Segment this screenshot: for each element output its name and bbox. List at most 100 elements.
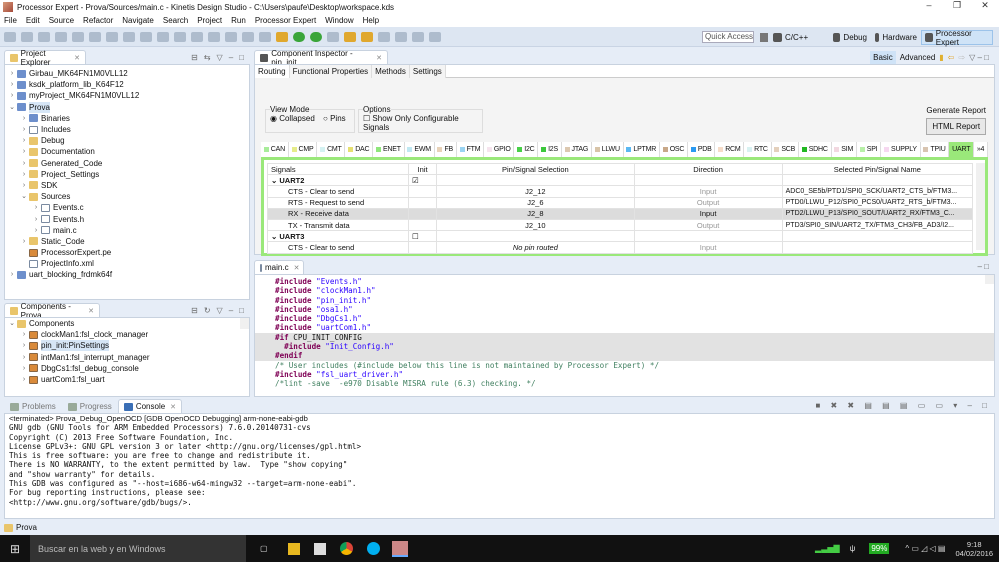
column-header[interactable]: Signals xyxy=(267,162,409,176)
periph-tab-osc[interactable]: OSC xyxy=(660,142,689,157)
clock-time[interactable]: 9:18 xyxy=(955,540,993,549)
tab-settings[interactable]: Settings xyxy=(409,65,446,78)
show-configurable-checkbox[interactable]: ☐ Show Only Configurable Signals xyxy=(363,114,459,132)
chevron-right-icon[interactable]: › xyxy=(19,374,29,385)
drop-frame-icon[interactable] xyxy=(259,31,271,42)
menu-processor-expert[interactable]: Processor Expert xyxy=(255,16,316,25)
periph-tab-i2s[interactable]: I2S xyxy=(538,142,562,157)
component-inspector-tab[interactable]: Component Inspector - pin_init ✕ xyxy=(254,49,388,67)
tree-item[interactable]: › Events.h xyxy=(5,213,249,224)
column-header[interactable]: Init xyxy=(407,162,438,176)
periph-tab-i2c[interactable]: I2C xyxy=(514,142,539,157)
column-header[interactable]: Pin/Signal Selection xyxy=(436,162,635,176)
periph-tab-jtag[interactable]: JTAG xyxy=(562,142,592,157)
print-icon[interactable] xyxy=(55,31,67,42)
periph-tab-sim[interactable]: SIM xyxy=(832,142,857,157)
chevron-right-icon[interactable]: › xyxy=(19,180,29,191)
use-step-filters-icon[interactable] xyxy=(242,31,254,42)
tree-item[interactable]: › ksdk_platform_lib_K64F12 xyxy=(5,79,249,90)
periph-tab-sdhc[interactable]: SDHC xyxy=(799,142,832,157)
menu-edit[interactable]: Edit xyxy=(26,16,40,25)
tree-item[interactable]: › Generated_Code xyxy=(5,158,249,169)
build-icon[interactable] xyxy=(89,31,101,42)
windows-start-icon[interactable]: ⊞ xyxy=(0,542,30,556)
step-over-icon[interactable] xyxy=(208,31,220,42)
direction[interactable]: Output xyxy=(633,218,783,232)
periph-tab-ftm[interactable]: FTM xyxy=(457,142,485,157)
chevron-right-icon[interactable]: › xyxy=(19,146,29,157)
quick-access-input[interactable]: Quick Access xyxy=(702,31,754,43)
menu-source[interactable]: Source xyxy=(49,16,74,25)
perspective-debug[interactable]: Debug xyxy=(830,30,870,45)
chevron-right-icon[interactable]: › xyxy=(19,352,29,363)
tree-item[interactable]: › Documentation xyxy=(5,146,249,157)
menu-project[interactable]: Project xyxy=(197,16,222,25)
group-row[interactable]: ⌄ UART3 ☐ xyxy=(267,230,974,243)
link-editor-icon[interactable]: ⇆ xyxy=(204,53,211,62)
open-folder-icon[interactable] xyxy=(344,31,356,42)
basic-mode-button[interactable]: Basic xyxy=(870,51,896,64)
back-icon[interactable] xyxy=(412,31,424,42)
tab-problems[interactable]: Problems xyxy=(4,399,62,413)
init-checkbox[interactable]: ☑ xyxy=(407,174,438,187)
view-menu-icon[interactable]: ▽ xyxy=(217,53,223,62)
tree-item[interactable]: › uart_blocking_frdmk64f xyxy=(5,269,249,280)
more-tabs-button[interactable]: »4 xyxy=(974,142,989,157)
open-file-icon[interactable] xyxy=(361,31,373,42)
collapse-all-icon[interactable]: ⊟ xyxy=(191,306,198,315)
perspective-processorexpert[interactable]: Processor Expert xyxy=(921,29,993,47)
tab-methods[interactable]: Methods xyxy=(372,65,410,78)
chevron-right-icon[interactable]: › xyxy=(7,79,17,90)
tree-item[interactable]: › Includes xyxy=(5,124,249,135)
perspective-hardware[interactable]: Hardware xyxy=(872,30,920,45)
direction[interactable]: Output xyxy=(633,196,783,209)
chevron-right-icon[interactable]: › xyxy=(19,329,29,340)
periph-tab-tpiu[interactable]: TPIU xyxy=(921,142,950,157)
run-last-icon[interactable] xyxy=(106,31,118,42)
chevron-right-icon[interactable]: › xyxy=(19,113,29,124)
chevron-right-icon[interactable]: › xyxy=(31,225,41,236)
stop-icon[interactable] xyxy=(157,31,169,42)
tree-item[interactable]: ProjectInfo.xml xyxy=(5,258,249,269)
table-row[interactable]: TX - Transmit data J2_10 Output PTD3/SPI0_S… xyxy=(267,218,974,232)
chevron-right-icon[interactable]: › xyxy=(7,90,17,101)
periph-tab-cmp[interactable]: CMP xyxy=(289,142,318,157)
editor-window-controls[interactable]: – □ xyxy=(977,262,989,271)
table-row[interactable]: RX - Receive data J2_8 Input PTD2/LLWU_P13/… xyxy=(267,207,974,220)
tree-item[interactable]: › Girbau_MK64FN1M0VLL12 xyxy=(5,68,249,79)
pin-selection[interactable]: No pin routed xyxy=(436,241,635,254)
periph-tab-rtc[interactable]: RTC xyxy=(744,142,772,157)
tree-item[interactable]: › clockMan1:fsl_clock_manager xyxy=(5,329,249,340)
chevron-right-icon[interactable]: › xyxy=(31,202,41,213)
view-menu-icon[interactable]: ▽ – □ xyxy=(969,53,989,62)
periph-tab-rcm[interactable]: RCM xyxy=(715,142,745,157)
periph-tab-dac[interactable]: DAC xyxy=(345,142,374,157)
menu-window[interactable]: Window xyxy=(325,16,353,25)
minimize-icon[interactable]: – xyxy=(229,53,233,62)
menu-refactor[interactable]: Refactor xyxy=(83,16,113,25)
tab-routing[interactable]: Routing xyxy=(255,65,290,78)
periph-tab-scb[interactable]: SCB xyxy=(772,142,799,157)
tree-item[interactable]: › intMan1:fsl_interrupt_manager xyxy=(5,352,249,363)
pin-selection[interactable]: J2_6 xyxy=(436,196,635,209)
close-icon[interactable]: ✕ xyxy=(170,403,176,411)
periph-tab-uart[interactable]: UART xyxy=(949,142,975,157)
table-row[interactable]: CTS - Clear to send No pin routed Input xyxy=(267,241,974,254)
chrome-icon[interactable] xyxy=(340,542,353,555)
tree-item[interactable]: › uartCom1:fsl_uart xyxy=(5,374,249,385)
pin-selection[interactable]: J2_8 xyxy=(436,207,635,220)
save-all-icon[interactable] xyxy=(38,31,50,42)
periph-tab-spi[interactable]: SPI xyxy=(857,142,882,157)
tree-item[interactable]: ⌄ Sources xyxy=(5,191,249,202)
chevron-right-icon[interactable]: › xyxy=(19,169,29,180)
debug-icon[interactable] xyxy=(293,31,305,42)
suspend-icon[interactable] xyxy=(140,31,152,42)
tab-functional-properties[interactable]: Functional Properties xyxy=(289,65,373,78)
external-tools-icon[interactable] xyxy=(327,31,339,42)
chevron-right-icon[interactable]: › xyxy=(19,236,29,247)
maximize-icon[interactable]: □ xyxy=(239,53,244,62)
collapse-all-icon[interactable]: ⊟ xyxy=(191,53,198,62)
minimize-icon[interactable]: – xyxy=(229,306,233,315)
direction[interactable]: Input xyxy=(633,207,783,220)
close-icon[interactable]: ✕ xyxy=(294,264,300,272)
